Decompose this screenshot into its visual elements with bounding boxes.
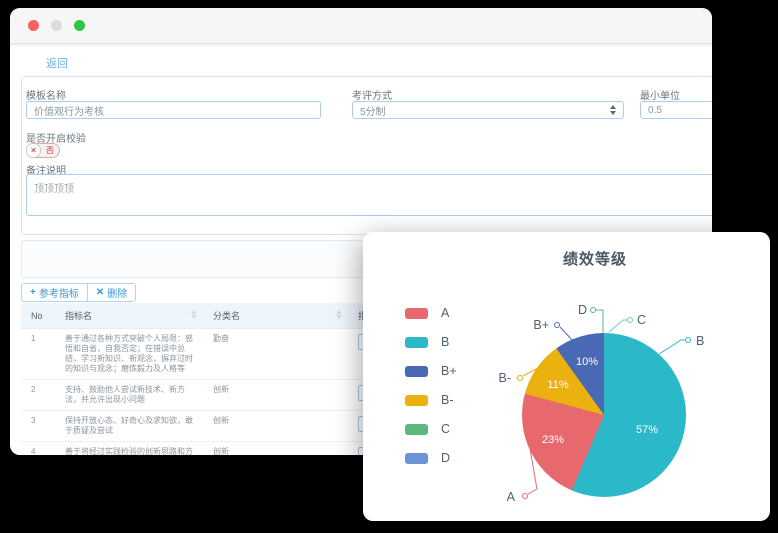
rating-method-label: 考评方式 — [352, 87, 392, 102]
cell-no: 1 — [21, 329, 55, 380]
svg-text:C: C — [637, 313, 646, 327]
cell-indicator-name: 保持开放心态、好奇心及求知欲，敢于质疑及尝试 — [55, 411, 203, 442]
cell-no: 4 — [21, 442, 55, 456]
legend-item[interactable]: B — [405, 335, 457, 349]
legend-item[interactable]: A — [405, 306, 457, 320]
cell-indicator-name: 善于将经过实践检验的创新思路和方法文字化、制度化，纳入日常工作流程 — [55, 442, 203, 456]
cell-category: 创新 — [203, 442, 348, 456]
cell-category: 勤奋 — [203, 329, 348, 380]
svg-text:B-: B- — [499, 371, 512, 385]
legend-label: C — [441, 422, 450, 436]
stage: 返回 模板名称 价值观行为考核 考评方式 5分制 最小单位 0.5 是否开启校验… — [0, 0, 778, 533]
min-unit-label: 最小单位 — [640, 87, 680, 102]
svg-text:B: B — [696, 334, 704, 348]
add-indicator-button[interactable]: + 参考指标 — [21, 283, 88, 302]
legend-swatch — [405, 395, 428, 406]
rating-method-value: 5分制 — [360, 103, 386, 118]
delete-button[interactable]: ✕ 删除 — [87, 283, 136, 302]
cell-indicator-name: 善于通过各种方式突破个人局限：感悟和自省，自我否定；在错误中总结，学习新知识、新… — [55, 329, 203, 380]
select-arrows-icon — [610, 105, 616, 115]
legend-swatch — [405, 308, 428, 319]
cell-indicator-name: 支持、鼓励他人尝试新技术、新方法，并允许出现小问题 — [55, 380, 203, 411]
zoom-window-button[interactable] — [74, 20, 85, 31]
legend-label: B+ — [441, 364, 457, 378]
chart-legend: A B B+ B- C D — [405, 306, 457, 465]
col-header-category: 分类名 — [203, 303, 348, 329]
col-header-no: No — [21, 303, 55, 329]
legend-item[interactable]: C — [405, 422, 457, 436]
performance-chart-card: 绩效等级 A B B+ B- C D D C B B+ B- A 57% 23% 11% 10% — [363, 232, 770, 521]
svg-text:D: D — [578, 303, 587, 317]
cell-category: 创新 — [203, 411, 348, 442]
pie-percent-label: 11% — [547, 379, 568, 391]
legend-label: D — [441, 451, 450, 465]
close-window-button[interactable] — [28, 20, 39, 31]
table-toolbar: + 参考指标 ✕ 删除 — [21, 283, 136, 302]
legend-swatch — [405, 424, 428, 435]
toggle-x-icon: ✕ — [26, 143, 41, 158]
legend-swatch — [405, 366, 428, 377]
sort-icon[interactable] — [191, 310, 197, 319]
legend-item[interactable]: B+ — [405, 364, 457, 378]
pie-percent-label: 57% — [636, 424, 658, 436]
window-titlebar — [10, 8, 712, 44]
col-header-indicator-name: 指标名 — [55, 303, 203, 329]
legend-item[interactable]: D — [405, 451, 457, 465]
svg-text:A: A — [507, 490, 516, 504]
toggle-state-label: 否 — [41, 145, 59, 156]
chart-title: 绩效等级 — [535, 248, 655, 269]
pie-percent-label: 10% — [576, 356, 598, 368]
rating-method-select[interactable]: 5分制 — [352, 101, 624, 119]
legend-swatch — [405, 453, 428, 464]
template-form-panel: 模板名称 价值观行为考核 考评方式 5分制 最小单位 0.5 是否开启校验 ✕ … — [21, 76, 712, 235]
cell-no: 3 — [21, 411, 55, 442]
legend-item[interactable]: B- — [405, 393, 457, 407]
cell-category: 创新 — [203, 380, 348, 411]
plus-icon: + — [30, 287, 36, 298]
legend-swatch — [405, 337, 428, 348]
min-unit-input[interactable]: 0.5 — [640, 101, 712, 119]
template-name-label: 模板名称 — [26, 87, 66, 102]
legend-label: B- — [441, 393, 454, 407]
delete-x-icon: ✕ — [96, 287, 104, 298]
legend-label: B — [441, 335, 449, 349]
svg-text:B+: B+ — [533, 318, 549, 332]
sort-icon[interactable] — [336, 310, 342, 319]
pie-percent-label: 23% — [542, 434, 564, 446]
minimize-window-button[interactable] — [51, 20, 62, 31]
cell-no: 2 — [21, 380, 55, 411]
back-link[interactable]: 返回 — [46, 55, 68, 71]
remark-textarea[interactable]: 顶顶顶顶 — [26, 174, 712, 216]
validation-toggle[interactable]: ✕ 否 — [26, 143, 60, 158]
pie-chart[interactable] — [522, 333, 686, 497]
legend-label: A — [441, 306, 449, 320]
template-name-input[interactable]: 价值观行为考核 — [26, 101, 321, 119]
